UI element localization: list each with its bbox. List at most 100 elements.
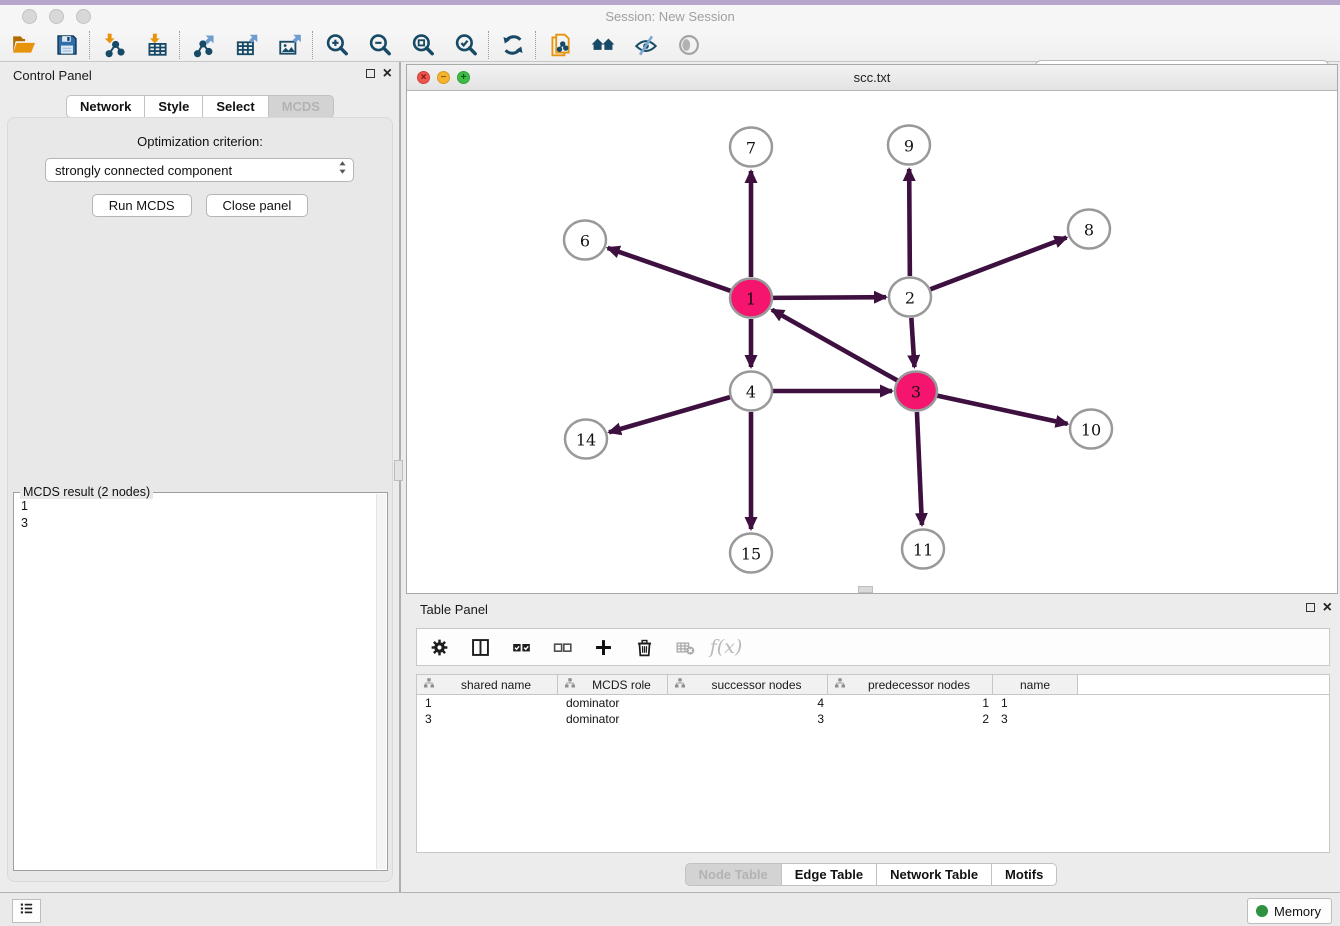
tab-mcds[interactable]: MCDS bbox=[268, 95, 334, 118]
column-tree-icon bbox=[830, 677, 848, 692]
table-row[interactable]: 3dominator323 bbox=[417, 711, 1329, 727]
export-network-icon[interactable] bbox=[190, 31, 217, 58]
node-14[interactable]: 14 bbox=[565, 420, 607, 459]
close-panel-icon[interactable]: × bbox=[383, 68, 392, 79]
edge-2-3[interactable] bbox=[911, 318, 914, 367]
function-builder-icon: f(x) bbox=[714, 635, 738, 659]
clone-network-icon[interactable] bbox=[546, 31, 573, 58]
app-title: Session: New Session bbox=[0, 9, 1340, 24]
edge-3-1[interactable] bbox=[772, 310, 898, 381]
cell-successor-nodes: 3 bbox=[668, 712, 828, 726]
node-7[interactable]: 7 bbox=[730, 128, 772, 167]
control-panel: Control Panel × NetworkStyleSelectMCDS O… bbox=[0, 62, 400, 892]
column-tree-icon bbox=[670, 677, 688, 692]
column-header-predecessor-nodes[interactable]: predecessor nodes bbox=[828, 675, 993, 694]
table-row[interactable]: 1dominator411 bbox=[417, 695, 1329, 711]
node-3[interactable]: 3 bbox=[895, 372, 937, 411]
column-header-label: name bbox=[995, 678, 1075, 692]
control-panel-header: Control Panel × bbox=[0, 62, 400, 88]
mcds-result-list[interactable]: 13 bbox=[14, 495, 375, 868]
network-canvas[interactable]: 7 9 6 8 1 2 4 3 14 10 15 11 bbox=[407, 91, 1337, 593]
zoom-selected-icon[interactable] bbox=[452, 31, 479, 58]
node-2[interactable]: 2 bbox=[889, 278, 931, 317]
node-1[interactable]: 1 bbox=[730, 279, 772, 318]
edge-2-8[interactable] bbox=[930, 238, 1067, 290]
add-column-icon[interactable] bbox=[591, 635, 615, 659]
network-window-titlebar: × − + scc.txt bbox=[407, 65, 1337, 91]
column-header-name[interactable]: name bbox=[993, 675, 1078, 694]
cell-predecessor-nodes: 2 bbox=[828, 712, 993, 726]
edge-3-11[interactable] bbox=[917, 412, 922, 525]
list-icon bbox=[18, 900, 35, 922]
select-all-icon[interactable] bbox=[509, 635, 533, 659]
column-header-successor-nodes[interactable]: successor nodes bbox=[668, 675, 828, 694]
node-9[interactable]: 9 bbox=[888, 126, 930, 165]
edge-4-14[interactable] bbox=[609, 397, 731, 432]
edge-1-2[interactable] bbox=[772, 297, 886, 298]
node-10[interactable]: 10 bbox=[1070, 410, 1112, 449]
tab-edge-table[interactable]: Edge Table bbox=[781, 863, 877, 886]
zoom-out-icon[interactable] bbox=[366, 31, 393, 58]
result-scrollbar[interactable] bbox=[376, 494, 386, 869]
node-table: shared name MCDS rolesuccessor nodes prede… bbox=[416, 674, 1330, 853]
optimization-criterion-label: Optimization criterion: bbox=[8, 134, 392, 149]
memory-button[interactable]: Memory bbox=[1247, 898, 1332, 924]
node-8[interactable]: 8 bbox=[1068, 210, 1110, 249]
tab-network[interactable]: Network bbox=[66, 95, 145, 118]
tab-select[interactable]: Select bbox=[202, 95, 268, 118]
node-11[interactable]: 11 bbox=[902, 530, 944, 569]
apply-layout-icon[interactable] bbox=[499, 31, 526, 58]
import-table-icon[interactable] bbox=[143, 31, 170, 58]
column-header-mcds-role[interactable]: MCDS role bbox=[558, 675, 668, 694]
export-table-icon[interactable] bbox=[233, 31, 260, 58]
tab-network-table[interactable]: Network Table bbox=[876, 863, 992, 886]
float-table-panel-icon[interactable] bbox=[1306, 603, 1315, 612]
node-15[interactable]: 15 bbox=[730, 534, 772, 573]
tab-motifs[interactable]: Motifs bbox=[991, 863, 1057, 886]
table-panel-header: Table Panel × bbox=[402, 596, 1340, 622]
save-session-icon[interactable] bbox=[53, 31, 80, 58]
vertical-split-handle[interactable] bbox=[394, 460, 403, 481]
app-titlebar: Session: New Session bbox=[0, 5, 1340, 28]
delete-column-icon[interactable] bbox=[632, 635, 656, 659]
export-image-icon[interactable] bbox=[276, 31, 303, 58]
horizontal-split-handle[interactable] bbox=[858, 586, 873, 593]
node-4[interactable]: 4 bbox=[730, 372, 772, 411]
zoom-fit-icon[interactable] bbox=[409, 31, 436, 58]
close-panel-button[interactable]: Close panel bbox=[206, 194, 309, 217]
control-panel-tabs: NetworkStyleSelectMCDS bbox=[66, 95, 334, 118]
cell-name: 1 bbox=[993, 696, 1078, 710]
column-header-label: predecessor nodes bbox=[848, 678, 990, 692]
criterion-dropdown[interactable]: strongly connected component bbox=[45, 158, 354, 182]
cell-predecessor-nodes: 1 bbox=[828, 696, 993, 710]
close-table-panel-icon[interactable]: × bbox=[1323, 602, 1332, 613]
table-panel: Table Panel × f(x) shared name MCDS roles… bbox=[402, 596, 1340, 890]
import-network-icon[interactable] bbox=[100, 31, 127, 58]
column-visibility-icon[interactable] bbox=[468, 635, 492, 659]
float-panel-icon[interactable] bbox=[366, 69, 375, 78]
mcds-panel: Optimization criterion: strongly connect… bbox=[7, 117, 393, 882]
run-mcds-button[interactable]: Run MCDS bbox=[92, 194, 192, 217]
table-panel-tabs: Node TableEdge TableNetwork TableMotifs bbox=[685, 863, 1058, 886]
task-history-button[interactable] bbox=[12, 899, 41, 923]
toolbar-separator bbox=[179, 31, 181, 59]
tab-style[interactable]: Style bbox=[144, 95, 203, 118]
toolbar-separator bbox=[488, 31, 490, 59]
column-header-label: MCDS role bbox=[578, 678, 665, 692]
toolbar-separator bbox=[535, 31, 537, 59]
node-6[interactable]: 6 bbox=[564, 221, 606, 260]
edge-2-9[interactable] bbox=[909, 169, 910, 276]
open-file-icon[interactable] bbox=[10, 31, 37, 58]
edge-1-6[interactable] bbox=[608, 248, 732, 291]
hide-panels-icon[interactable] bbox=[632, 31, 659, 58]
home-view-icon[interactable] bbox=[589, 31, 616, 58]
edge-3-10[interactable] bbox=[937, 395, 1068, 423]
main-toolbar bbox=[0, 28, 1340, 62]
table-header-row: shared name MCDS rolesuccessor nodes prede… bbox=[417, 675, 1329, 695]
zoom-in-icon[interactable] bbox=[323, 31, 350, 58]
column-header-shared-name[interactable]: shared name bbox=[417, 675, 558, 694]
deselect-all-icon[interactable] bbox=[550, 635, 574, 659]
graphics-details-icon bbox=[675, 31, 702, 58]
table-settings-icon[interactable] bbox=[427, 635, 451, 659]
tab-node-table[interactable]: Node Table bbox=[685, 863, 782, 886]
